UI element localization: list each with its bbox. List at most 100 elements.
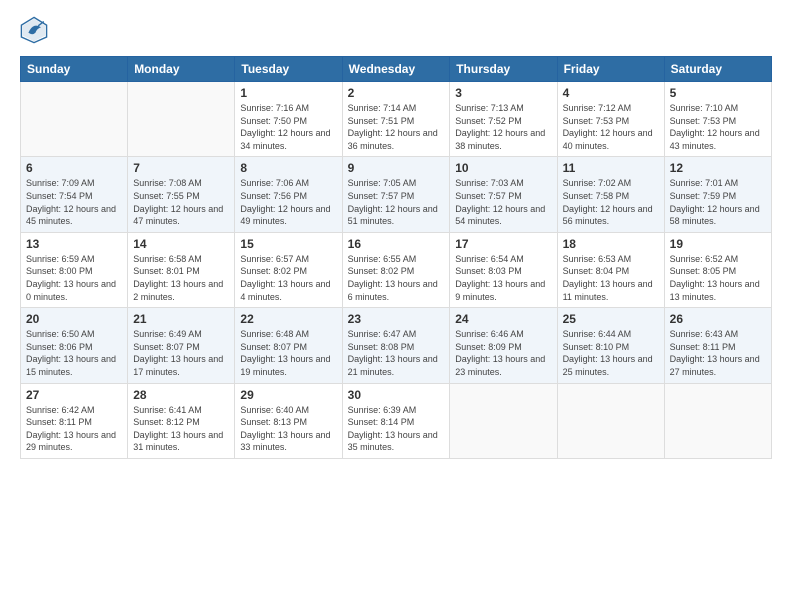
logo-icon [20,16,48,44]
weekday-header: Monday [128,57,235,82]
calendar-cell: 9 Sunrise: 7:05 AM Sunset: 7:57 PM Daylig… [342,157,450,232]
day-info: Sunrise: 7:06 AM Sunset: 7:56 PM Dayligh… [240,177,336,227]
calendar-cell: 28 Sunrise: 6:41 AM Sunset: 8:12 PM Dayli… [128,383,235,458]
calendar-cell: 25 Sunrise: 6:44 AM Sunset: 8:10 PM Dayli… [557,308,664,383]
day-number: 17 [455,237,551,251]
calendar-week-row: 20 Sunrise: 6:50 AM Sunset: 8:06 PM Dayli… [21,308,772,383]
day-number: 2 [348,86,445,100]
day-info: Sunrise: 7:12 AM Sunset: 7:53 PM Dayligh… [563,102,659,152]
day-number: 10 [455,161,551,175]
calendar-cell: 13 Sunrise: 6:59 AM Sunset: 8:00 PM Dayli… [21,232,128,307]
calendar-week-row: 13 Sunrise: 6:59 AM Sunset: 8:00 PM Dayli… [21,232,772,307]
day-info: Sunrise: 7:13 AM Sunset: 7:52 PM Dayligh… [455,102,551,152]
day-number: 19 [670,237,766,251]
day-number: 30 [348,388,445,402]
calendar-cell: 18 Sunrise: 6:53 AM Sunset: 8:04 PM Dayli… [557,232,664,307]
header [20,16,772,44]
day-info: Sunrise: 6:48 AM Sunset: 8:07 PM Dayligh… [240,328,336,378]
calendar-cell: 22 Sunrise: 6:48 AM Sunset: 8:07 PM Dayli… [235,308,342,383]
weekday-header: Tuesday [235,57,342,82]
weekday-header: Thursday [450,57,557,82]
day-info: Sunrise: 7:09 AM Sunset: 7:54 PM Dayligh… [26,177,122,227]
day-info: Sunrise: 7:08 AM Sunset: 7:55 PM Dayligh… [133,177,229,227]
day-info: Sunrise: 6:54 AM Sunset: 8:03 PM Dayligh… [455,253,551,303]
calendar-cell: 20 Sunrise: 6:50 AM Sunset: 8:06 PM Dayli… [21,308,128,383]
day-info: Sunrise: 6:57 AM Sunset: 8:02 PM Dayligh… [240,253,336,303]
weekday-header: Saturday [664,57,771,82]
weekday-header: Sunday [21,57,128,82]
calendar-cell: 8 Sunrise: 7:06 AM Sunset: 7:56 PM Daylig… [235,157,342,232]
calendar-cell: 21Sunrise: 6:49 AM Sunset: 8:07 PM Dayli… [128,308,235,383]
day-info: Sunrise: 7:01 AM Sunset: 7:59 PM Dayligh… [670,177,766,227]
day-info: Sunrise: 6:41 AM Sunset: 8:12 PM Dayligh… [133,404,229,454]
calendar-cell: 1 Sunrise: 7:16 AM Sunset: 7:50 PM Daylig… [235,82,342,157]
calendar-cell: 15 Sunrise: 6:57 AM Sunset: 8:02 PM Dayli… [235,232,342,307]
calendar-cell: 10 Sunrise: 7:03 AM Sunset: 7:57 PM Dayli… [450,157,557,232]
weekday-header: Wednesday [342,57,450,82]
calendar-cell: 29 Sunrise: 6:40 AM Sunset: 8:13 PM Dayli… [235,383,342,458]
day-info: Sunrise: 6:40 AM Sunset: 8:13 PM Dayligh… [240,404,336,454]
calendar-cell: 17 Sunrise: 6:54 AM Sunset: 8:03 PM Dayli… [450,232,557,307]
calendar-table: SundayMondayTuesdayWednesdayThursdayFrid… [20,56,772,459]
day-number: 18 [563,237,659,251]
day-number: 4 [563,86,659,100]
calendar-cell: 14 Sunrise: 6:58 AM Sunset: 8:01 PM Dayli… [128,232,235,307]
day-info: Sunrise: 7:14 AM Sunset: 7:51 PM Dayligh… [348,102,445,152]
day-number: 22 [240,312,336,326]
day-info: Sunrise: 6:59 AM Sunset: 8:00 PM Dayligh… [26,253,122,303]
calendar-week-row: 6 Sunrise: 7:09 AM Sunset: 7:54 PM Daylig… [21,157,772,232]
day-info: Sunrise: 6:52 AM Sunset: 8:05 PM Dayligh… [670,253,766,303]
day-number: 24 [455,312,551,326]
day-info: Sunrise: 6:44 AM Sunset: 8:10 PM Dayligh… [563,328,659,378]
day-number: 14 [133,237,229,251]
day-info: Sunrise: 6:39 AM Sunset: 8:14 PM Dayligh… [348,404,445,454]
calendar-cell: 4 Sunrise: 7:12 AM Sunset: 7:53 PM Daylig… [557,82,664,157]
day-number: 20 [26,312,122,326]
day-number: 29 [240,388,336,402]
page: SundayMondayTuesdayWednesdayThursdayFrid… [0,0,792,612]
day-info: Sunrise: 6:49 AM Sunset: 8:07 PM Dayligh… [133,328,229,378]
day-info: Sunrise: 7:03 AM Sunset: 7:57 PM Dayligh… [455,177,551,227]
calendar-cell: 16Sunrise: 6:55 AM Sunset: 8:02 PM Dayli… [342,232,450,307]
calendar-header-row: SundayMondayTuesdayWednesdayThursdayFrid… [21,57,772,82]
day-info: Sunrise: 7:10 AM Sunset: 7:53 PM Dayligh… [670,102,766,152]
calendar-cell: 7Sunrise: 7:08 AM Sunset: 7:55 PM Daylig… [128,157,235,232]
calendar-cell: 23Sunrise: 6:47 AM Sunset: 8:08 PM Dayli… [342,308,450,383]
day-number: 9 [348,161,445,175]
day-number: 11 [563,161,659,175]
day-info: Sunrise: 6:46 AM Sunset: 8:09 PM Dayligh… [455,328,551,378]
calendar-cell: 12Sunrise: 7:01 AM Sunset: 7:59 PM Dayli… [664,157,771,232]
day-info: Sunrise: 7:02 AM Sunset: 7:58 PM Dayligh… [563,177,659,227]
weekday-header: Friday [557,57,664,82]
day-number: 16 [348,237,445,251]
calendar-cell: 27 Sunrise: 6:42 AM Sunset: 8:11 PM Dayli… [21,383,128,458]
day-number: 3 [455,86,551,100]
calendar-cell [128,82,235,157]
day-info: Sunrise: 6:47 AM Sunset: 8:08 PM Dayligh… [348,328,445,378]
day-number: 25 [563,312,659,326]
day-info: Sunrise: 6:43 AM Sunset: 8:11 PM Dayligh… [670,328,766,378]
day-info: Sunrise: 6:53 AM Sunset: 8:04 PM Dayligh… [563,253,659,303]
calendar-cell: 11 Sunrise: 7:02 AM Sunset: 7:58 PM Dayli… [557,157,664,232]
day-info: Sunrise: 6:58 AM Sunset: 8:01 PM Dayligh… [133,253,229,303]
day-number: 1 [240,86,336,100]
day-info: Sunrise: 7:05 AM Sunset: 7:57 PM Dayligh… [348,177,445,227]
calendar-cell: 24 Sunrise: 6:46 AM Sunset: 8:09 PM Dayli… [450,308,557,383]
day-info: Sunrise: 6:42 AM Sunset: 8:11 PM Dayligh… [26,404,122,454]
day-number: 6 [26,161,122,175]
day-number: 27 [26,388,122,402]
day-number: 13 [26,237,122,251]
calendar-week-row: 1 Sunrise: 7:16 AM Sunset: 7:50 PM Daylig… [21,82,772,157]
calendar-cell: 19 Sunrise: 6:52 AM Sunset: 8:05 PM Dayli… [664,232,771,307]
day-number: 5 [670,86,766,100]
calendar-cell: 5 Sunrise: 7:10 AM Sunset: 7:53 PM Daylig… [664,82,771,157]
day-info: Sunrise: 6:50 AM Sunset: 8:06 PM Dayligh… [26,328,122,378]
calendar-cell: 30 Sunrise: 6:39 AM Sunset: 8:14 PM Dayli… [342,383,450,458]
day-info: Sunrise: 7:16 AM Sunset: 7:50 PM Dayligh… [240,102,336,152]
day-number: 8 [240,161,336,175]
calendar-cell: 3 Sunrise: 7:13 AM Sunset: 7:52 PM Daylig… [450,82,557,157]
day-number: 15 [240,237,336,251]
day-number: 28 [133,388,229,402]
calendar-cell [664,383,771,458]
calendar-cell [450,383,557,458]
